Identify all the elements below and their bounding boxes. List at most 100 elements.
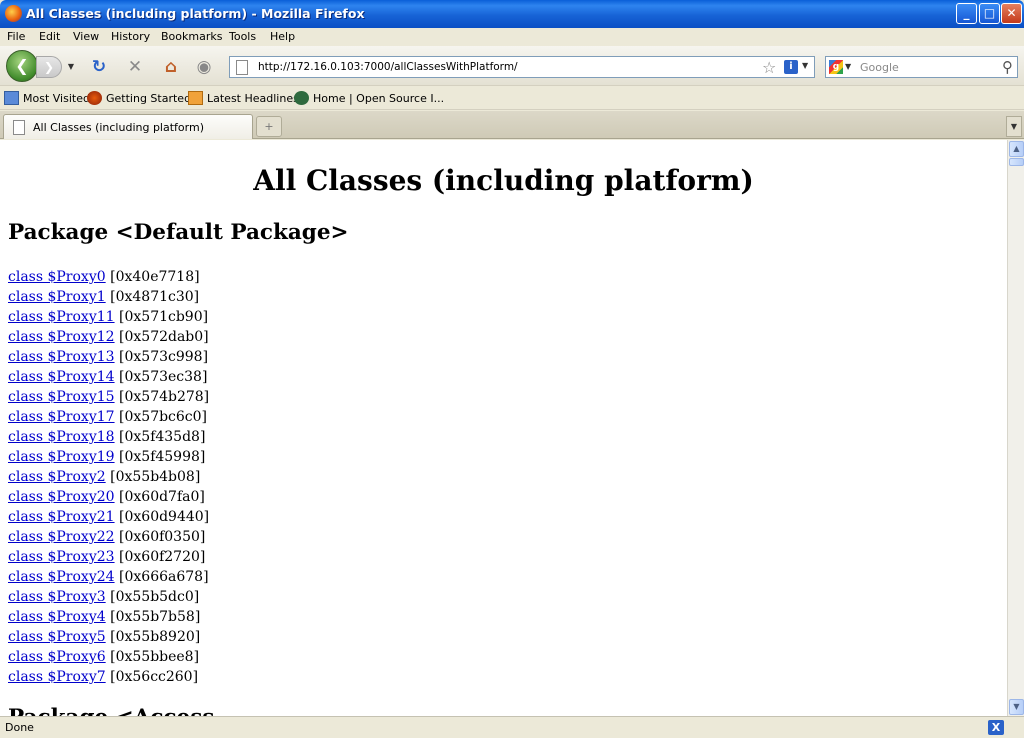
class-link[interactable]: class $Proxy19 <box>8 449 115 465</box>
url-bar[interactable]: http://172.16.0.103:7000/allClassesWithP… <box>229 56 815 78</box>
menu-bookmarks[interactable]: Bookmarks <box>161 30 222 43</box>
search-bar[interactable]: g ▼ Google ⚲ <box>825 56 1018 78</box>
firefox-icon <box>87 91 102 105</box>
tab-strip: All Classes (including platform) + ▼ <box>0 111 1024 139</box>
class-link[interactable]: class $Proxy6 <box>8 649 106 665</box>
menu-help[interactable]: Help <box>270 30 295 43</box>
scroll-down-icon[interactable]: ▼ <box>1009 699 1024 715</box>
url-dropdown-icon[interactable]: ▼ <box>802 61 808 70</box>
url-text[interactable]: http://172.16.0.103:7000/allClassesWithP… <box>258 61 518 73</box>
tab-list-dropdown-icon[interactable]: ▼ <box>1006 116 1022 137</box>
class-link[interactable]: class $Proxy15 <box>8 389 115 405</box>
bookmark-star-icon[interactable]: ☆ <box>762 58 776 77</box>
close-button[interactable]: ✕ <box>1001 3 1022 24</box>
back-button[interactable]: ❮ <box>6 50 38 82</box>
status-bar: Done X <box>0 716 1024 738</box>
globe-icon[interactable]: ◉ <box>193 56 215 78</box>
class-address: [0x5f435d8] <box>119 429 206 445</box>
menu-file[interactable]: File <box>7 30 25 43</box>
google-icon[interactable]: g <box>829 60 843 74</box>
class-address: [0x55b4b08] <box>110 469 201 485</box>
class-link[interactable]: class $Proxy24 <box>8 569 115 585</box>
class-list: class $Proxy0 [0x40e7718] class $Proxy1 [… <box>8 267 209 687</box>
class-row: class $Proxy19 [0x5f45998] <box>8 447 209 467</box>
class-address: [0x60f0350] <box>119 529 206 545</box>
bookmark-label: Latest Headlines <box>207 92 299 105</box>
class-address: [0x573ec38] <box>119 369 208 385</box>
class-row: class $Proxy11 [0x571cb90] <box>8 307 209 327</box>
bookmark-label: Home | Open Source I... <box>313 92 445 105</box>
class-address: [0x57bc6c0] <box>119 409 208 425</box>
menu-tools[interactable]: Tools <box>229 30 256 43</box>
bookmark-label: Getting Started <box>106 92 192 105</box>
class-address: [0x55b7b58] <box>110 609 201 625</box>
scroll-up-icon[interactable]: ▲ <box>1009 141 1024 157</box>
class-row: class $Proxy14 [0x573ec38] <box>8 367 209 387</box>
search-engine-dropdown-icon[interactable]: ▼ <box>845 62 851 71</box>
class-link[interactable]: class $Proxy13 <box>8 349 115 365</box>
class-link[interactable]: class $Proxy0 <box>8 269 106 285</box>
maximize-button[interactable]: □ <box>979 3 1000 24</box>
site-info-icon[interactable]: i <box>784 60 798 74</box>
forward-button[interactable]: ❯ <box>36 56 62 78</box>
class-row: class $Proxy5 [0x55b8920] <box>8 627 209 647</box>
class-link[interactable]: class $Proxy21 <box>8 509 115 525</box>
class-link[interactable]: class $Proxy11 <box>8 309 115 325</box>
new-tab-button[interactable]: + <box>256 116 282 137</box>
class-link[interactable]: class $Proxy5 <box>8 629 106 645</box>
page-content: All Classes (including platform) Package… <box>0 140 1007 716</box>
class-link[interactable]: class $Proxy17 <box>8 409 115 425</box>
class-link[interactable]: class $Proxy2 <box>8 469 106 485</box>
class-address: [0x40e7718] <box>110 269 200 285</box>
menu-edit[interactable]: Edit <box>39 30 60 43</box>
addon-status-icon[interactable]: X <box>988 720 1004 735</box>
tab-all-classes[interactable]: All Classes (including platform) <box>3 114 253 139</box>
class-link[interactable]: class $Proxy7 <box>8 669 106 685</box>
class-link[interactable]: class $Proxy3 <box>8 589 106 605</box>
class-link[interactable]: class $Proxy20 <box>8 489 115 505</box>
search-icon[interactable]: ⚲ <box>1002 58 1013 76</box>
class-link[interactable]: class $Proxy4 <box>8 609 106 625</box>
class-link[interactable]: class $Proxy18 <box>8 429 115 445</box>
menu-history[interactable]: History <box>111 30 150 43</box>
bookmark-most-visited[interactable]: Most Visited <box>4 91 90 105</box>
rss-feed-icon <box>188 91 203 105</box>
menu-view[interactable]: View <box>73 30 99 43</box>
page-title: All Classes (including platform) <box>253 164 754 197</box>
search-placeholder[interactable]: Google <box>860 61 899 74</box>
class-row: class $Proxy13 [0x573c998] <box>8 347 209 367</box>
class-row: class $Proxy21 [0x60d9440] <box>8 507 209 527</box>
scroll-thumb[interactable] <box>1009 158 1024 166</box>
reload-icon[interactable]: ↻ <box>88 56 110 78</box>
firefox-logo-icon <box>5 5 22 22</box>
vertical-scrollbar[interactable]: ▲ ▼ <box>1007 140 1024 716</box>
site-favicon-icon <box>294 91 309 105</box>
class-link[interactable]: class $Proxy14 <box>8 369 115 385</box>
class-address: [0x572dab0] <box>119 329 209 345</box>
home-icon[interactable]: ⌂ <box>160 56 182 78</box>
status-text: Done <box>5 721 34 734</box>
class-address: [0x573c998] <box>119 349 209 365</box>
class-row: class $Proxy24 [0x666a678] <box>8 567 209 587</box>
bookmark-getting-started[interactable]: Getting Started <box>87 91 191 105</box>
class-link[interactable]: class $Proxy22 <box>8 529 115 545</box>
class-address: [0x55b8920] <box>110 629 201 645</box>
class-link[interactable]: class $Proxy1 <box>8 289 106 305</box>
class-address: [0x55b5dc0] <box>110 589 200 605</box>
window-title: All Classes (including platform) - Mozil… <box>26 6 365 21</box>
tab-label: All Classes (including platform) <box>33 121 204 134</box>
stop-icon[interactable]: ✕ <box>124 56 146 78</box>
bookmark-home-open-source[interactable]: Home | Open Source I... <box>294 91 444 105</box>
class-address: [0x5f45998] <box>119 449 206 465</box>
class-address: [0x574b278] <box>119 389 210 405</box>
class-row: class $Proxy18 [0x5f435d8] <box>8 427 209 447</box>
minimize-button[interactable]: _ <box>956 3 977 24</box>
class-link[interactable]: class $Proxy23 <box>8 549 115 565</box>
class-link[interactable]: class $Proxy12 <box>8 329 115 345</box>
history-dropdown-icon[interactable]: ▼ <box>64 58 78 76</box>
class-row: class $Proxy2 [0x55b4b08] <box>8 467 209 487</box>
bookmark-latest-headlines[interactable]: Latest Headlines <box>188 91 299 105</box>
class-address: [0x571cb90] <box>119 309 209 325</box>
page-icon <box>236 60 248 75</box>
page-icon <box>13 120 25 135</box>
